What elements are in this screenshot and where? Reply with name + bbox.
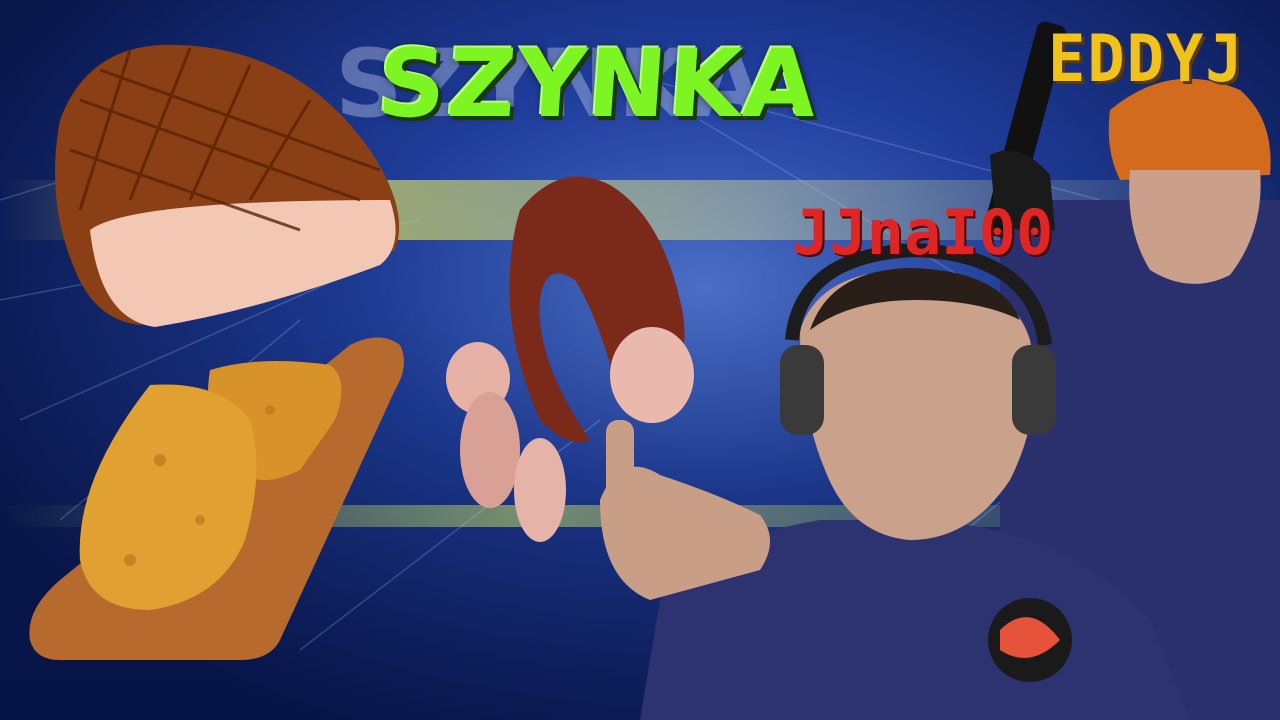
- thumbnail-canvas: SZYNKA SZYNKA EDDYJ JJnaI00: [0, 0, 1280, 720]
- main-title: SZYNKA: [374, 30, 822, 139]
- label-center-right: JJnaI00: [792, 196, 1054, 269]
- label-top-right: EDDYJ: [1048, 20, 1245, 97]
